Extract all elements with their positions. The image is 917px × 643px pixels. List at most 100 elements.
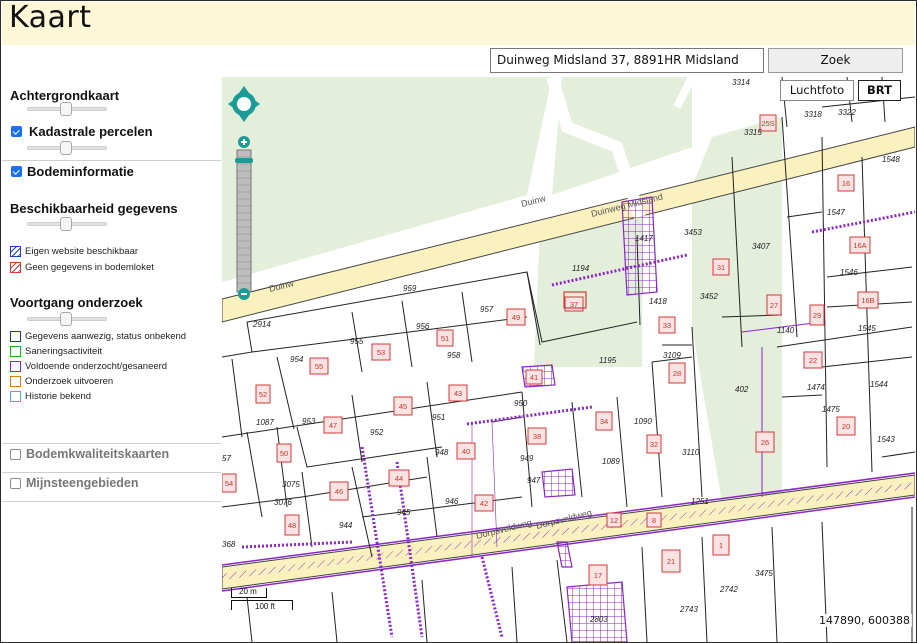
parcel-number: 2803 [589, 615, 608, 624]
parcel-number: 1418 [649, 297, 667, 306]
house-number: 16 [842, 179, 850, 188]
house-number: 29 [813, 311, 821, 320]
map-canvas[interactable]: Duinweg Midsland Duinw Duinw Dorpsveldwe… [222, 77, 915, 642]
house-number: 8 [652, 516, 656, 525]
legend-eigen-website: Eigen website beschikbaar [10, 246, 138, 257]
bodeminformatie-toggle[interactable]: Bodeminformatie [11, 164, 134, 179]
achtergrondkaart-title: Achtergrondkaart [10, 88, 120, 103]
parcel-number: 955 [350, 337, 364, 346]
parcel-number: 1195 [599, 356, 617, 365]
house-number: 52 [259, 390, 267, 399]
parcel-number: 1087 [256, 418, 274, 427]
parcel-number: 1547 [827, 208, 845, 217]
checkbox-unchecked-icon[interactable] [10, 477, 21, 489]
slider-thumb[interactable] [60, 312, 72, 326]
legend-voldoende-onderzocht: Voldoende onderzocht/gesaneerd [10, 361, 167, 372]
house-number: 45 [399, 402, 407, 411]
parcel-number: 1543 [877, 435, 895, 444]
parcel-number: 956 [416, 322, 430, 331]
house-number: 26 [761, 438, 769, 447]
house-number: 31 [717, 263, 725, 272]
parcel-number: 1251 [691, 497, 709, 506]
slider-thumb[interactable] [60, 217, 72, 231]
parcel-number: 952 [370, 428, 384, 437]
legend-onderzoek-uitvoeren: Onderzoek uitvoeren [10, 376, 113, 387]
zoom-in-icon[interactable] [238, 136, 250, 148]
parcel-number: 3315 [744, 128, 762, 137]
legend-geen-gegevens: Geen gegevens in bodemloket [10, 262, 154, 273]
house-number: 44 [395, 474, 403, 483]
zoom-slider-thumb[interactable] [235, 158, 253, 163]
parcel-number: 953 [302, 417, 316, 426]
scale-meters: 20 m [239, 587, 257, 596]
parcel-number: 957 [480, 305, 494, 314]
legend-swatch-icon [10, 331, 21, 342]
parcel-number: 2743 [679, 605, 698, 614]
parcel-number: 1417 [635, 234, 653, 243]
parcel-number: 402 [735, 385, 749, 394]
slider-thumb[interactable] [60, 102, 72, 116]
parcel-number: 944 [339, 521, 353, 530]
house-number: 53 [377, 348, 385, 357]
house-number: 28 [673, 369, 681, 378]
house-number: 17 [594, 571, 602, 580]
app-frame: Kaart Duinweg Midsland 37, 8891HR Midsla… [0, 0, 917, 643]
house-number: 12 [610, 516, 618, 525]
checkbox-unchecked-icon[interactable] [10, 448, 21, 460]
house-number: 16B [861, 296, 874, 305]
kadastrale-opacity-slider[interactable] [27, 141, 107, 155]
checkbox-checked-icon[interactable] [11, 166, 22, 177]
parcel-number: 3452 [700, 292, 718, 301]
legend-swatch-icon [10, 262, 21, 273]
parcel-number: 959 [403, 284, 417, 293]
search-input[interactable]: Duinweg Midsland 37, 8891HR Midsland [490, 48, 764, 73]
parcel-number: 945 [397, 508, 411, 517]
voortgang-title: Voortgang onderzoek [10, 295, 143, 310]
parcel-number: 1474 [807, 383, 825, 392]
house-number: 34 [600, 417, 608, 426]
map-viewport[interactable]: Duinweg Midsland Duinw Duinw Dorpsveldwe… [222, 77, 915, 642]
parcel-number: 948 [435, 448, 449, 457]
pan-control-icon[interactable] [228, 86, 260, 122]
parcel-number: 947 [527, 476, 541, 485]
house-number: 55 [315, 362, 323, 371]
house-number: 50 [280, 449, 288, 458]
voortgang-opacity-slider[interactable] [27, 312, 107, 326]
parcel-number: 57 [222, 454, 231, 463]
parcel-number: 3453 [684, 228, 702, 237]
beschikbaarheid-opacity-slider[interactable] [27, 217, 107, 231]
parcel-number: 3075 [282, 480, 300, 489]
parcel-number: 3318 [804, 110, 822, 119]
parcel-number: 949 [520, 454, 534, 463]
house-number: 33 [663, 321, 671, 330]
zoom-controls[interactable] [227, 82, 267, 302]
parcel-number: 1194 [572, 264, 590, 273]
search-button[interactable]: Zoek [768, 48, 903, 73]
slider-thumb[interactable] [60, 141, 72, 155]
checkbox-checked-icon[interactable] [11, 126, 22, 137]
house-number: 46 [335, 487, 343, 496]
parcel-number: 1544 [870, 380, 888, 389]
parcel-number: 1545 [858, 324, 876, 333]
mijnsteengebieden-toggle[interactable]: Mijnsteengebieden [10, 476, 139, 490]
house-number: 48 [288, 521, 296, 530]
zoom-out-icon[interactable] [238, 288, 250, 300]
mijnsteengebieden-label: Mijnsteengebieden [26, 476, 139, 490]
luchtfoto-button[interactable]: Luchtfoto [780, 80, 854, 101]
zoom-slider-track[interactable] [235, 149, 253, 293]
brt-button[interactable]: BRT [858, 80, 901, 101]
bodemkwaliteitskaarten-toggle[interactable]: Bodemkwaliteitskaarten [10, 447, 169, 461]
house-number: 41 [530, 373, 538, 382]
page-title: Kaart [9, 0, 92, 35]
parcel-number: 946 [445, 497, 459, 506]
achtergrondkaart-opacity-slider[interactable] [27, 102, 107, 116]
bodeminformatie-label: Bodeminformatie [27, 164, 134, 179]
legend-swatch-icon [10, 346, 21, 357]
parcel-number: 3475 [755, 569, 773, 578]
house-number: 54 [225, 479, 233, 488]
parcel-number: 3407 [752, 242, 770, 251]
house-number: 25S [761, 119, 774, 128]
legend-swatch-icon [10, 391, 21, 402]
kadastrale-percelen-toggle[interactable]: Kadastrale percelen [11, 124, 153, 139]
kadastrale-percelen-label: Kadastrale percelen [29, 124, 153, 139]
